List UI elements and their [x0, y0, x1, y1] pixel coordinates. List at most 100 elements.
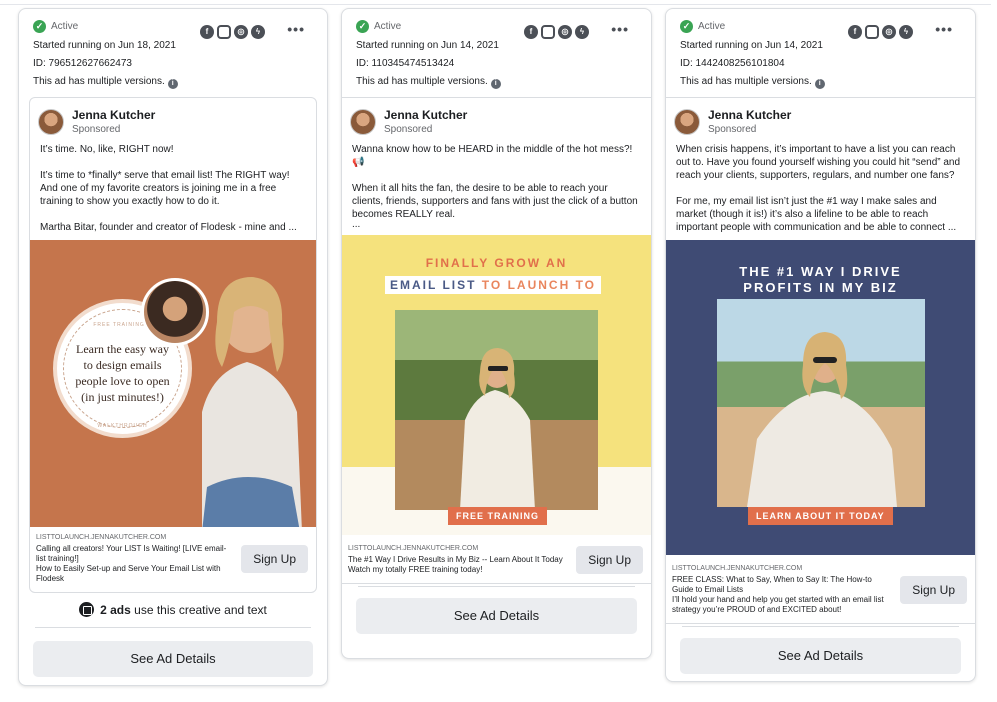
see-ad-details-button[interactable]: See Ad Details: [356, 598, 637, 634]
guest-portrait: [141, 278, 209, 346]
start-date: Started running on Jun 14, 2021: [356, 40, 499, 51]
woman-photo: [717, 299, 925, 507]
platform-icons: f ◎ ϟ: [848, 25, 913, 39]
status-label: Active: [51, 21, 79, 32]
cta-bar[interactable]: LISTTOLAUNCH.JENNAKUTCHER.COM Calling al…: [30, 527, 316, 592]
ad-preview[interactable]: Jenna Kutcher Sponsored Wanna know how t…: [342, 97, 651, 584]
body-paragraph: Wanna know how to be HEARD in the middle…: [352, 144, 633, 168]
avatar[interactable]: [38, 108, 64, 135]
cta-headline: The #1 Way I Drive Results in My Biz -- …: [348, 555, 563, 564]
status-row: ✓ Active: [356, 20, 651, 33]
ad-id: ID: 110345474513424: [356, 58, 455, 69]
ad-id: ID: 796512627662473: [33, 58, 132, 69]
avatar[interactable]: [674, 108, 700, 135]
divider: [35, 627, 311, 628]
see-ad-details-button[interactable]: See Ad Details: [680, 638, 961, 674]
ad-creative-image[interactable]: THE #1 WAY I DRIVE PROFITS IN MY BIZ LEA…: [666, 240, 975, 555]
ad-header: Jenna Kutcher Sponsored: [30, 98, 316, 138]
page-name[interactable]: Jenna Kutcher: [384, 108, 467, 122]
ad-card-2: ✓ Active Started running on Jun 14, 2021…: [341, 8, 652, 659]
cta-headline: FREE CLASS: What to Say, When to Say It:…: [672, 575, 872, 594]
sign-up-button[interactable]: Sign Up: [241, 544, 308, 573]
status-row: ✓ Active: [33, 20, 327, 33]
body-paragraph: For me, my email list isn’t just the #1 …: [676, 196, 957, 233]
versions-note: This ad has multiple versions. i: [356, 76, 651, 89]
messenger-icon: ϟ: [575, 25, 589, 39]
status-row: ✓ Active: [680, 20, 975, 33]
ad-header: Jenna Kutcher Sponsored: [666, 98, 975, 138]
sponsored-label: Sponsored: [72, 124, 121, 135]
creative-headline: THE #1 WAY I DRIVE: [739, 264, 902, 279]
ad-meta: ✓ Active Started running on Jun 14, 2021…: [342, 9, 651, 97]
more-options-icon[interactable]: •••: [935, 21, 953, 37]
body-paragraph: When it all hits the fan, the desire to …: [352, 183, 638, 220]
ad-header: Jenna Kutcher Sponsored: [342, 98, 651, 138]
woman-photo: [395, 310, 598, 510]
body-paragraph: It’s time to *finally* serve that email …: [40, 170, 290, 207]
audience-network-icon: ◎: [234, 25, 248, 39]
divider: [358, 586, 635, 587]
versions-note: This ad has multiple versions. i: [680, 76, 975, 89]
sponsored-label: Sponsored: [708, 124, 757, 135]
ad-preview[interactable]: Jenna Kutcher Sponsored It’s time. No, l…: [29, 97, 317, 593]
versions-text: This ad has multiple versions.: [356, 76, 488, 87]
status-label: Active: [698, 21, 726, 32]
start-date: Started running on Jun 18, 2021: [33, 40, 176, 51]
body-paragraph: When crisis happens, it’s important to h…: [676, 144, 961, 181]
ad-body-text: When crisis happens, it’s important to h…: [666, 138, 975, 234]
body-paragraph: ...: [352, 219, 361, 230]
more-options-icon[interactable]: •••: [287, 21, 305, 37]
badge-bottom-text: WALKTHROUGH: [97, 423, 148, 429]
sign-up-button[interactable]: Sign Up: [576, 545, 643, 574]
more-options-icon[interactable]: •••: [611, 21, 629, 37]
creative-subheadline-a: EMAIL LIST: [390, 278, 477, 292]
check-circle-icon: ✓: [33, 20, 46, 33]
audience-network-icon: ◎: [882, 25, 896, 39]
creative-tag: FREE TRAINING: [448, 507, 548, 525]
facebook-icon: f: [200, 25, 214, 39]
body-paragraph: It’s time. No, like, RIGHT now!: [40, 144, 174, 155]
creative-headline: PROFITS IN MY BIZ: [743, 280, 898, 295]
platform-icons: f ◎ ϟ: [200, 25, 265, 39]
badge-line: people love to open: [75, 374, 170, 388]
versions-text: This ad has multiple versions.: [680, 76, 812, 87]
ad-creative-image[interactable]: FINALLY GROW AN EMAIL LIST TO LAUNCH TO …: [342, 235, 651, 535]
ads-count-text: use this creative and text: [134, 602, 267, 617]
cta-bar[interactable]: LISTTOLAUNCH.JENNAKUTCHER.COM FREE CLASS…: [666, 555, 975, 623]
cta-description: Watch my totally FREE training today!: [348, 565, 483, 574]
see-ad-details-button[interactable]: See Ad Details: [33, 641, 313, 677]
audience-network-icon: ◎: [558, 25, 572, 39]
ads-count-number: 2 ads: [100, 602, 131, 617]
ad-body-text: Wanna know how to be HEARD in the middle…: [342, 138, 651, 230]
instagram-icon: [865, 25, 879, 39]
stack-icon: [79, 602, 95, 617]
badge-line: (in just minutes!): [81, 390, 164, 404]
ad-creative-image[interactable]: FREE TRAINING & Learn the easy way to de…: [30, 240, 316, 527]
cta-domain: LISTTOLAUNCH.JENNAKUTCHER.COM: [348, 545, 479, 552]
check-circle-icon: ✓: [680, 20, 693, 33]
page-name[interactable]: Jenna Kutcher: [708, 108, 791, 122]
cta-description: How to Easily Set-up and Serve Your Emai…: [36, 564, 221, 583]
ads-count: 2 ads use this creative and text: [19, 602, 327, 617]
ad-body-text: It’s time. No, like, RIGHT now! It’s tim…: [30, 138, 316, 234]
creative-subheadline: EMAIL LIST TO LAUNCH TO: [385, 276, 602, 294]
facebook-icon: f: [524, 25, 538, 39]
page-name[interactable]: Jenna Kutcher: [72, 108, 155, 122]
versions-note: This ad has multiple versions. i: [33, 76, 327, 89]
instagram-icon: [217, 25, 231, 39]
info-icon[interactable]: i: [814, 79, 825, 89]
sign-up-button[interactable]: Sign Up: [900, 575, 967, 604]
cta-domain: LISTTOLAUNCH.JENNAKUTCHER.COM: [672, 565, 803, 572]
avatar[interactable]: [350, 108, 376, 135]
info-icon[interactable]: i: [167, 79, 178, 89]
creative-subheadline-b: TO LAUNCH TO: [481, 278, 597, 292]
info-icon[interactable]: i: [490, 79, 501, 89]
creative-headline: FINALLY GROW AN: [425, 256, 568, 270]
ad-card-1: ✓ Active Started running on Jun 18, 2021…: [18, 8, 328, 686]
cta-description: I’ll hold your hand and help you get sta…: [672, 595, 884, 614]
status-label: Active: [374, 21, 402, 32]
body-paragraph: Martha Bitar, founder and creator of Flo…: [40, 222, 297, 233]
cta-bar[interactable]: LISTTOLAUNCH.JENNAKUTCHER.COM The #1 Way…: [342, 535, 651, 583]
ad-preview[interactable]: Jenna Kutcher Sponsored When crisis happ…: [666, 97, 975, 624]
ad-id: ID: 1442408256101804: [680, 58, 785, 69]
